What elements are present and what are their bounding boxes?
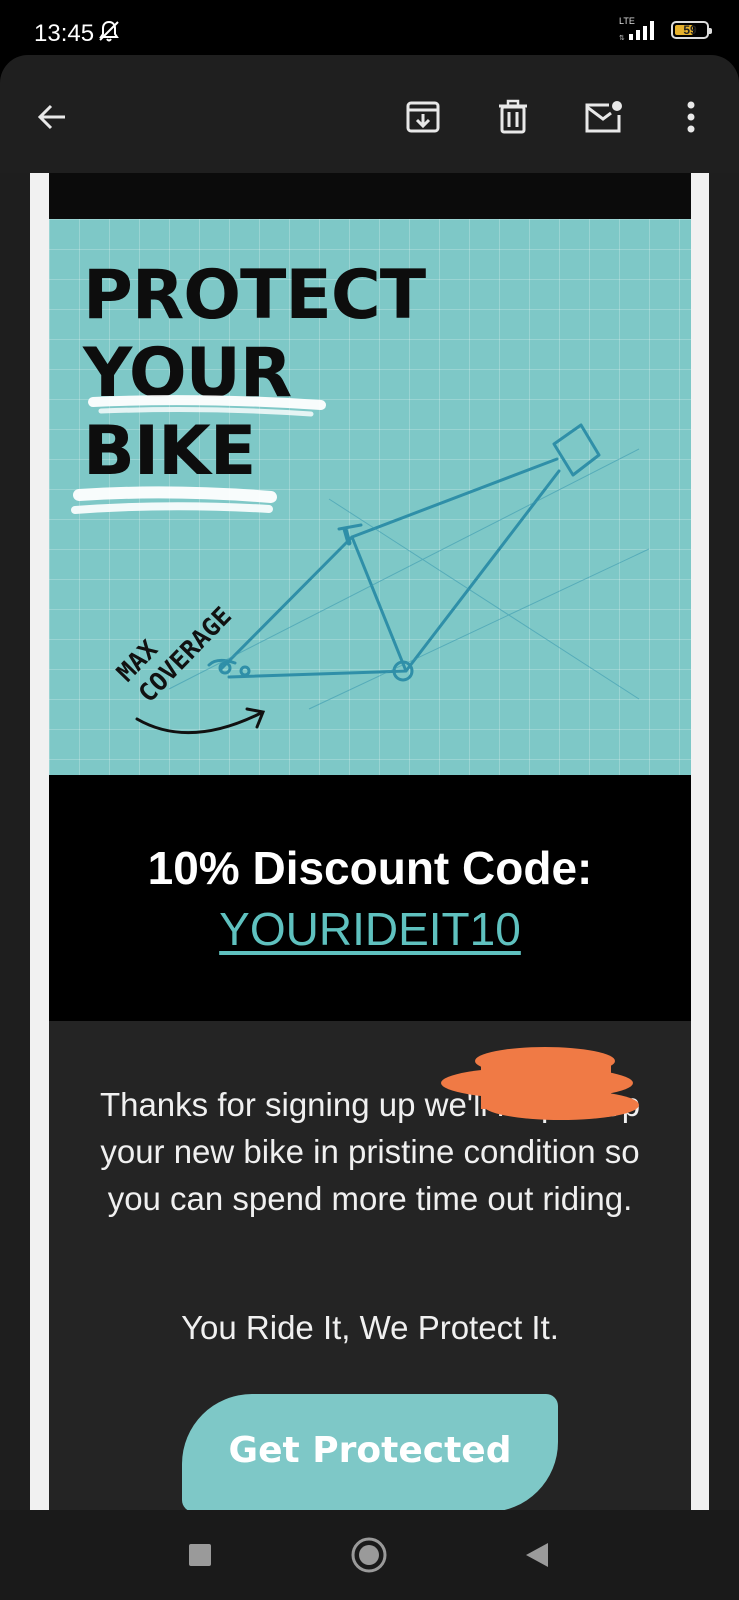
email-toolbar [0,55,739,173]
discount-code-link[interactable]: YOURIDEIT10 [49,902,691,956]
discount-title: 10% Discount Code: [147,842,593,894]
signal-icon: LTE ⇅ [615,16,663,42]
discount-section: 10% Discount Code: YOURIDEIT10 [49,775,691,1021]
content-border-left [30,173,49,1510]
vibrate-off-icon [96,18,122,49]
status-bar: 13:45 LTE ⇅ 59 [0,0,739,58]
curved-arrow-icon [135,707,266,735]
network-label: LTE [619,16,635,26]
message-section: Thanks for signing up we'll help keep yo… [49,1021,691,1510]
redaction-scribble [441,1047,639,1120]
back-arrow-icon[interactable] [26,91,78,143]
more-vert-icon[interactable] [665,91,717,143]
status-time: 13:45 [34,20,95,47]
system-nav-bar [0,1510,739,1600]
email-body: PROTECT YOUR BIKE MAX COVERAGE 10% Disco… [49,173,691,1510]
battery-label: 59 [683,23,697,37]
home-circle-icon[interactable] [344,1530,394,1580]
email-top-strip [49,173,691,219]
archive-icon[interactable] [397,91,449,143]
tagline: You Ride It, We Protect It. [181,1309,559,1346]
mark-unread-icon[interactable] [577,91,629,143]
content-border-right [691,173,709,1510]
back-triangle-icon[interactable] [512,1530,562,1580]
battery-icon: 59 [671,21,712,39]
svg-text:⇅: ⇅ [619,34,625,42]
get-protected-button[interactable]: Get Protected [182,1394,558,1510]
delete-icon[interactable] [487,91,539,143]
recents-square-icon[interactable] [175,1530,225,1580]
hero-banner: PROTECT YOUR BIKE MAX COVERAGE [49,219,691,775]
email-content[interactable]: PROTECT YOUR BIKE MAX COVERAGE 10% Disco… [0,173,739,1510]
